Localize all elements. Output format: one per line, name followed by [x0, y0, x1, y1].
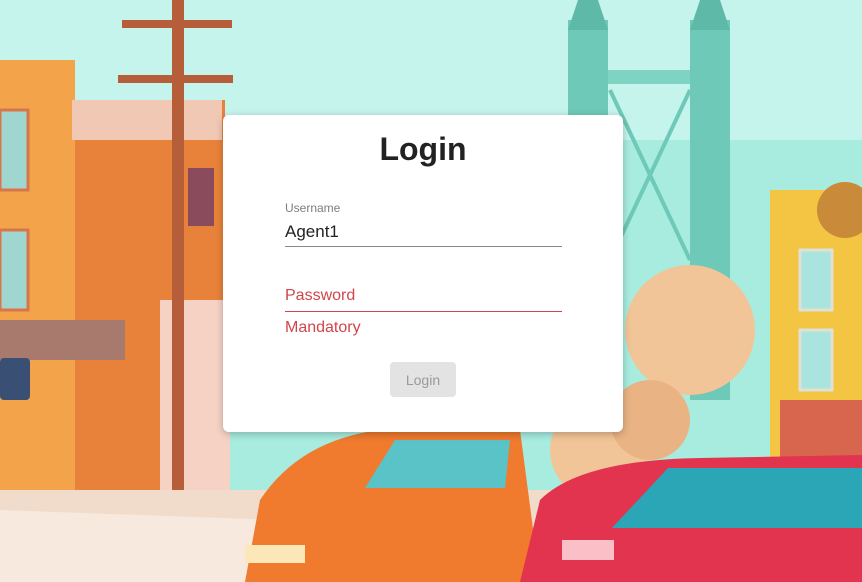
login-title: Login: [379, 131, 467, 167]
login-button[interactable]: Login: [390, 362, 456, 397]
password-placeholder[interactable]: Password: [285, 287, 355, 305]
login-card: Login Username Password Mandatory Login: [223, 115, 623, 432]
username-field[interactable]: Username: [285, 200, 562, 247]
password-error-message: Mandatory: [285, 319, 361, 336]
username-input[interactable]: [285, 222, 562, 242]
username-label: Username: [285, 201, 341, 215]
password-field[interactable]: Password: [285, 285, 562, 312]
